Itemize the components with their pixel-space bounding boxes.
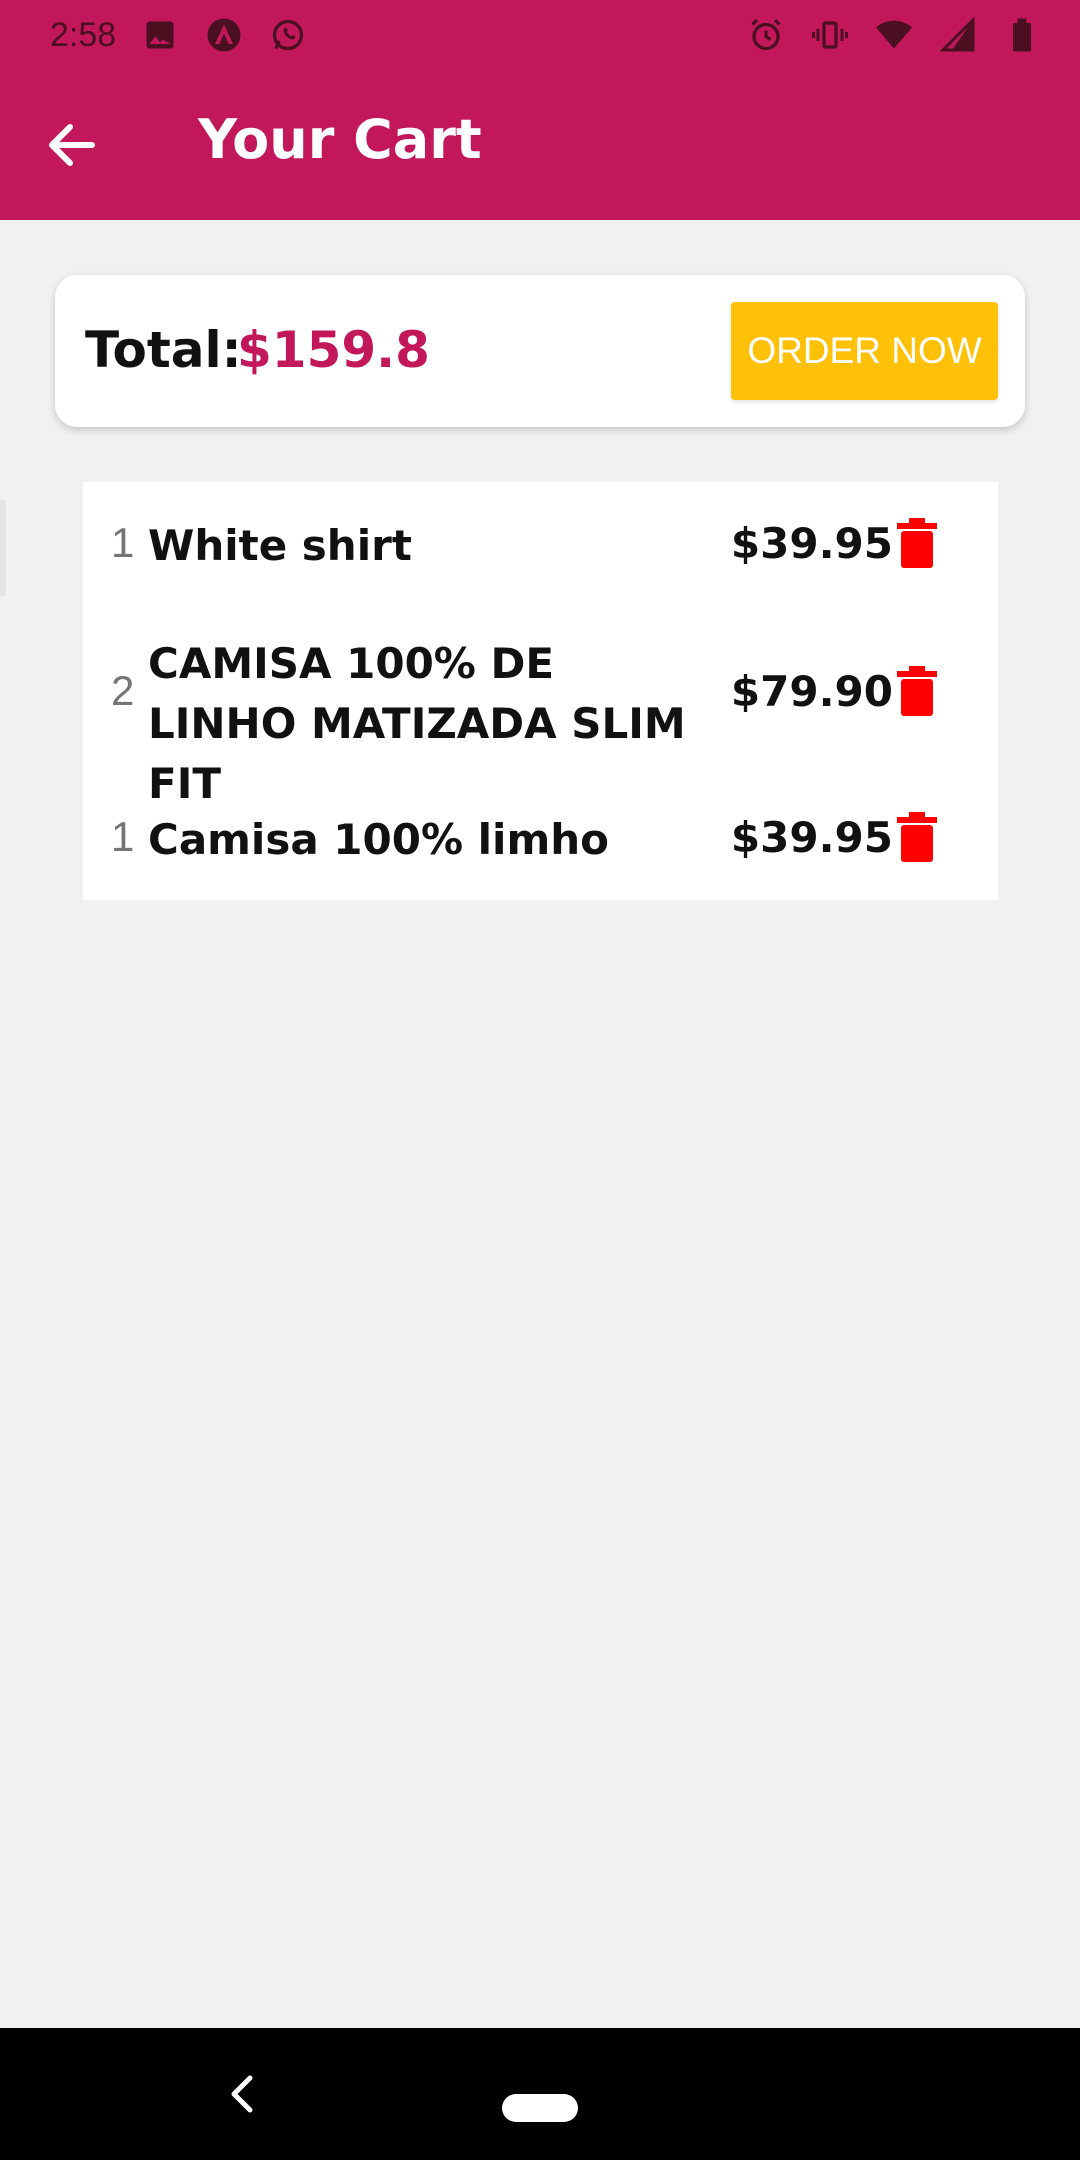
list-item: 1 White shirt $39.95 <box>83 482 998 610</box>
status-time: 2:58 <box>50 15 117 54</box>
total-card: Total: $159.8 ORDER NOW <box>55 275 1025 427</box>
vibrate-icon <box>810 15 850 55</box>
app-bar: Your Cart <box>0 70 1080 220</box>
item-quantity: 1 <box>111 519 135 566</box>
trash-icon[interactable] <box>895 518 939 568</box>
cart-list: 1 White shirt $39.95 2 CAMISA 100% DE LI… <box>83 482 998 900</box>
list-item: 2 CAMISA 100% DE LINHO MATIZADA SLIM FIT… <box>83 610 998 808</box>
item-price: $79.90 <box>730 667 893 716</box>
whatsapp-icon <box>268 15 308 55</box>
status-left: 2:58 <box>50 15 308 55</box>
arrow-left-icon <box>49 124 95 166</box>
item-price: $39.95 <box>730 519 893 568</box>
list-item: 1 Camisa 100% limho $39.95 <box>83 776 998 900</box>
signal-icon <box>938 15 978 55</box>
order-now-button[interactable]: ORDER NOW <box>731 302 998 400</box>
trash-icon[interactable] <box>895 812 939 862</box>
total-label: Total: <box>85 321 242 379</box>
back-icon[interactable] <box>222 2072 262 2116</box>
app-screen: 2:58 Your Cart Total: $159.8 ORDER NOW 1… <box>0 0 1080 2160</box>
page-title: Your Cart <box>198 108 482 171</box>
item-name: Camisa 100% limho <box>148 815 609 864</box>
battery-icon <box>1002 15 1042 55</box>
status-bar: 2:58 <box>0 0 1080 70</box>
item-price: $39.95 <box>730 813 893 862</box>
item-quantity: 2 <box>111 667 135 714</box>
alarm-icon <box>746 15 786 55</box>
back-button[interactable] <box>40 114 102 176</box>
wifi-icon <box>874 15 914 55</box>
status-right <box>746 15 1042 55</box>
side-drawer-handle[interactable] <box>0 500 6 596</box>
item-quantity: 1 <box>111 813 135 860</box>
item-name: White shirt <box>148 521 412 570</box>
app-icon <box>204 15 244 55</box>
navigation-bar <box>0 2028 1080 2160</box>
total-amount: $159.8 <box>237 321 430 379</box>
image-icon <box>140 15 180 55</box>
trash-icon[interactable] <box>895 666 939 716</box>
home-pill[interactable] <box>502 2094 578 2122</box>
